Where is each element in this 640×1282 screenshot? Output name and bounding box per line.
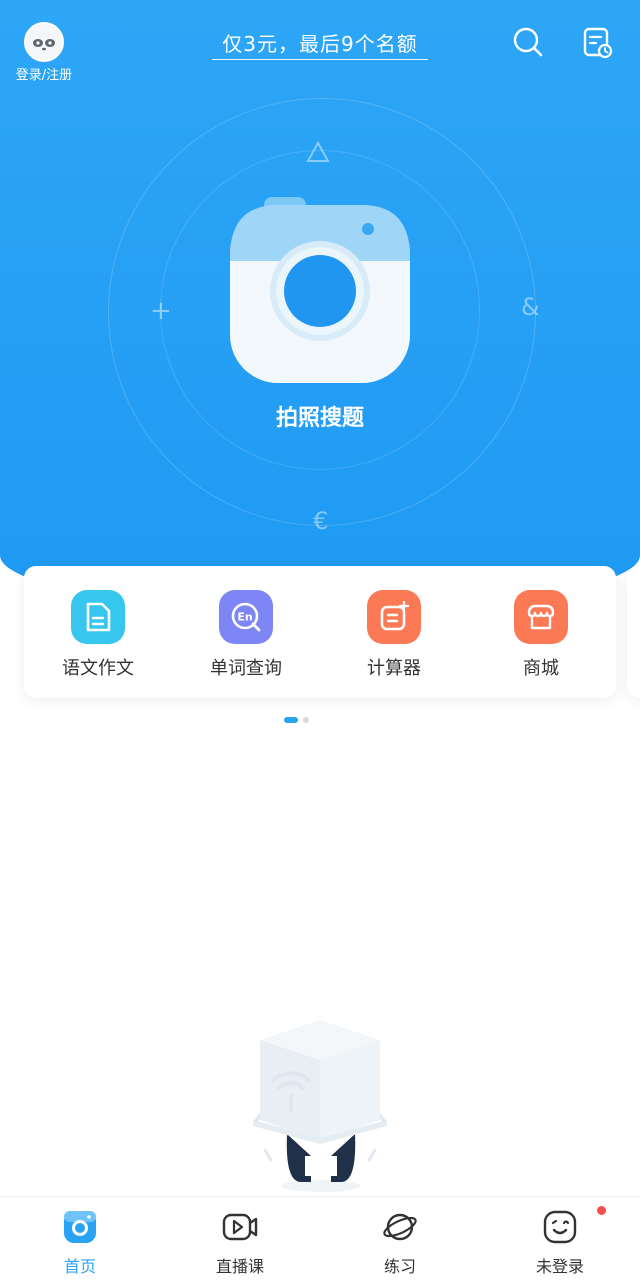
plus-deco: + <box>150 296 172 326</box>
tool-essay-label: 语文作文 <box>62 658 134 679</box>
live-class-icon <box>222 1213 258 1241</box>
tab-profile-label: 未登录 <box>535 1257 584 1276</box>
photo-search-label[interactable]: 拍照搜题 <box>220 400 420 432</box>
essay-icon <box>71 590 125 644</box>
avatar[interactable] <box>24 22 64 62</box>
profile-face-icon <box>543 1210 577 1244</box>
tab-live-class-label: 直播课 <box>215 1257 264 1276</box>
next-tools-card-peek[interactable] <box>627 566 640 698</box>
tool-calculator[interactable]: 计算器 <box>334 590 454 680</box>
pager-dot[interactable] <box>303 717 309 723</box>
tool-shop-label: 商城 <box>523 658 559 679</box>
svg-text:En: En <box>237 611 252 624</box>
tab-home-label: 首页 <box>63 1257 96 1276</box>
tab-practice[interactable]: 练习 <box>350 1209 450 1277</box>
tool-word-lookup[interactable]: En 单词查询 <box>186 590 306 680</box>
pager-dot-active[interactable] <box>284 717 298 723</box>
practice-planet-icon <box>383 1213 417 1241</box>
panda-avatar-icon <box>27 25 61 59</box>
promo-link[interactable]: 仅3元，最后9个名额 <box>212 28 428 60</box>
ampersand-deco: & <box>521 293 540 321</box>
offline-panda-illustration <box>253 1020 387 1192</box>
bottom-tab-bar: 首页 直播课 练习 未登录 <box>0 1196 640 1282</box>
euro-deco: € <box>313 507 329 535</box>
tool-calculator-label: 计算器 <box>367 658 421 679</box>
tab-practice-label: 练习 <box>383 1257 416 1276</box>
shop-icon <box>514 590 568 644</box>
photo-search-button[interactable] <box>230 195 410 385</box>
search-icon[interactable] <box>512 26 544 58</box>
tool-shop[interactable]: 商城 <box>481 590 601 680</box>
login-register-link[interactable]: 登录/注册 <box>8 64 80 83</box>
tool-essay[interactable]: 语文作文 <box>38 590 158 680</box>
calculator-icon <box>367 590 421 644</box>
camera-icon <box>230 197 410 383</box>
tab-home[interactable]: 首页 <box>30 1209 130 1277</box>
tool-word-lookup-label: 单词查询 <box>210 658 282 679</box>
history-record-icon[interactable] <box>582 26 614 60</box>
tab-profile[interactable]: 未登录 <box>510 1209 610 1277</box>
notification-badge <box>597 1206 606 1215</box>
quick-tools-card: 语文作文 En 单词查询 计算器 商城 <box>24 566 616 698</box>
triangle-deco-icon <box>306 140 330 162</box>
home-camera-icon <box>64 1211 96 1243</box>
tab-live-class[interactable]: 直播课 <box>190 1209 290 1277</box>
word-lookup-icon: En <box>219 590 273 644</box>
